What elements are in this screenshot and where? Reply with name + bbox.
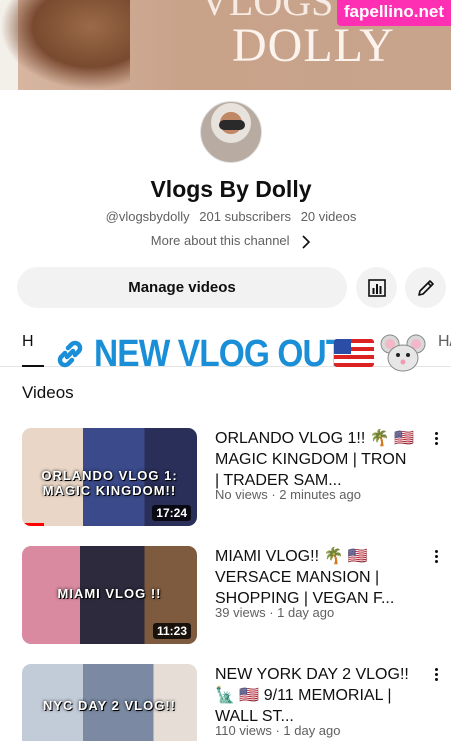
video-count: 20 videos xyxy=(300,209,357,224)
thumbnail-text: MIAMI VLOG !! xyxy=(57,586,162,601)
us-flag-icon xyxy=(334,339,374,367)
video-meta: 39 views · 1 day ago xyxy=(215,605,335,620)
analytics-button[interactable] xyxy=(356,267,397,308)
video-meta: No views · 2 minutes ago xyxy=(215,487,361,502)
more-about-label: More about this channel xyxy=(150,233,290,248)
banner-text: DOLLY xyxy=(232,19,395,72)
more-vert-icon[interactable] xyxy=(430,550,442,566)
tab-home[interactable]: H xyxy=(22,333,34,351)
video-duration: 17:24 xyxy=(152,505,191,521)
more-vert-icon[interactable] xyxy=(430,432,442,448)
mouse-face-icon xyxy=(380,334,426,372)
watermark: fapellino.net xyxy=(336,0,451,26)
bar-chart-icon xyxy=(367,278,386,297)
video-title[interactable]: ORLANDO VLOG 1!! 🌴 🇺🇸 MAGIC KINGDOM | TR… xyxy=(215,428,415,491)
videos-section-title: Videos xyxy=(22,383,74,402)
more-vert-icon[interactable] xyxy=(430,668,442,684)
video-title[interactable]: MIAMI VLOG!! 🌴 🇺🇸 VERSACE MANSION | SHOP… xyxy=(215,546,415,609)
thumbnail-text: ORLANDO VLOG 1: MAGIC KINGDOM!! xyxy=(41,468,178,498)
channel-meta: @vlogsbydolly 201 subscribers 20 videos xyxy=(0,209,451,224)
sticker-text: NEW VLOG OUT xyxy=(94,332,346,375)
channel-name: Vlogs By Dolly xyxy=(150,176,312,202)
channel-handle: @vlogsbydolly xyxy=(105,209,190,224)
video-title[interactable]: NEW YORK DAY 2 VLOG!! 🗽 🇺🇸 9/11 MEMORIAL… xyxy=(215,664,415,727)
chevron-right-icon xyxy=(302,234,311,249)
tab-next[interactable]: H/ xyxy=(438,333,451,351)
subscriber-count: 201 subscribers xyxy=(199,209,292,224)
video-thumbnail[interactable]: MIAMI VLOG !! 11:23 xyxy=(22,546,197,644)
edit-button[interactable] xyxy=(405,267,446,308)
active-tab-indicator xyxy=(22,365,44,367)
video-meta: 110 views · 1 day ago xyxy=(215,723,341,738)
video-duration: 11:23 xyxy=(152,623,191,639)
manage-videos-button[interactable]: Manage videos xyxy=(17,267,347,308)
channel-avatar[interactable] xyxy=(200,101,262,163)
pencil-icon xyxy=(417,279,434,296)
link-icon xyxy=(57,340,83,368)
video-item[interactable]: MIAMI VLOG !! 11:23 MIAMI VLOG!! 🌴 🇺🇸 VE… xyxy=(0,546,451,656)
video-thumbnail[interactable]: ORLANDO VLOG 1: MAGIC KINGDOM!! 17:24 xyxy=(22,428,197,526)
banner-photo xyxy=(0,0,130,90)
new-vlog-sticker: NEW VLOG OUT xyxy=(52,330,380,378)
more-about-link[interactable]: More about this channel xyxy=(0,233,451,249)
watch-progress-bar xyxy=(22,523,44,526)
video-item[interactable]: NYC DAY 2 VLOG!! NEW YORK DAY 2 VLOG!! 🗽… xyxy=(0,664,451,741)
video-item[interactable]: ORLANDO VLOG 1: MAGIC KINGDOM!! 17:24 OR… xyxy=(0,428,451,538)
thumbnail-text: NYC DAY 2 VLOG!! xyxy=(42,698,177,713)
video-thumbnail[interactable]: NYC DAY 2 VLOG!! xyxy=(22,664,197,741)
